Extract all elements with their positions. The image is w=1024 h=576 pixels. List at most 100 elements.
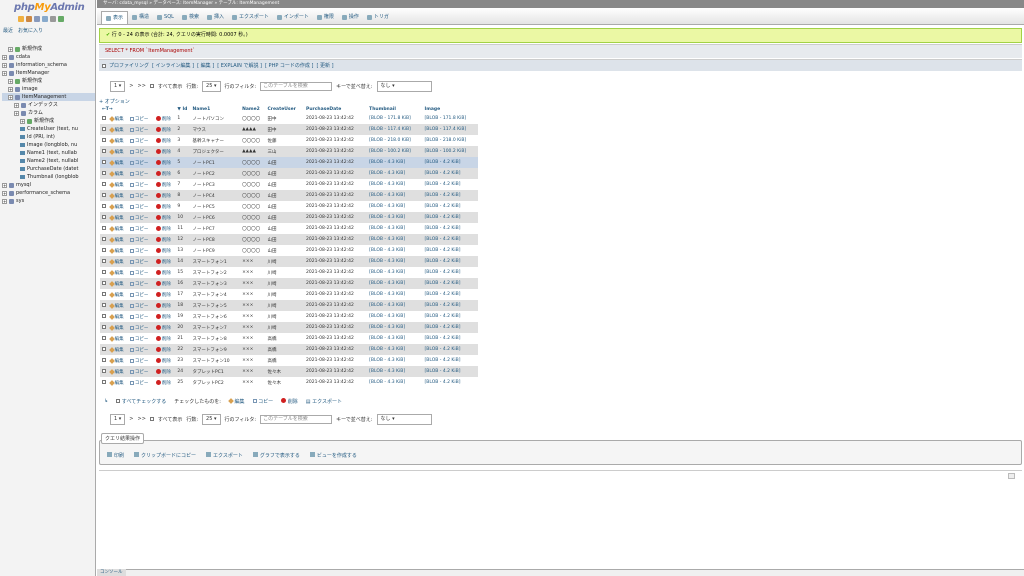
row-edit-button[interactable]: 編集: [107, 344, 128, 355]
row-checkbox-cell[interactable]: [100, 311, 108, 322]
cell-user[interactable]: 川崎: [265, 300, 305, 311]
tab-9[interactable]: トリガ: [363, 11, 393, 24]
tree-item[interactable]: + image: [2, 85, 95, 93]
cell-id[interactable]: 1: [175, 113, 191, 124]
cell-name1[interactable]: ノートパソコン: [190, 113, 241, 124]
expand-icon[interactable]: +: [2, 62, 7, 68]
cell-date[interactable]: 2021-08-23 13:42:42: [304, 267, 368, 278]
row-copy-button[interactable]: コピー: [127, 179, 154, 190]
sort-select-bottom[interactable]: なし ▾: [376, 413, 432, 425]
cell-name1[interactable]: マウス: [190, 124, 241, 135]
row-checkbox[interactable]: [102, 247, 106, 252]
cell-date[interactable]: 2021-08-23 13:42:42: [304, 146, 368, 157]
row-delete-button[interactable]: 削除: [153, 190, 176, 201]
row-copy-button[interactable]: コピー: [127, 245, 154, 256]
row-checkbox-cell[interactable]: [100, 366, 108, 377]
cell-thumb[interactable]: [BLOB - 4.3 KiB]: [367, 366, 423, 377]
cell-id[interactable]: 4: [175, 146, 191, 157]
cell-image[interactable]: [BLOB - 4.2 KiB]: [422, 267, 478, 278]
page-select[interactable]: 1 ▾: [110, 80, 126, 92]
cell-id[interactable]: 9: [175, 201, 191, 212]
cell-id[interactable]: 16: [175, 278, 191, 289]
cell-thumb[interactable]: [BLOB - 4.3 KiB]: [367, 333, 423, 344]
cell-image[interactable]: [BLOB - 4.2 KiB]: [422, 333, 478, 344]
row-edit-button[interactable]: 編集: [107, 168, 128, 179]
bulk-delete-button[interactable]: 削除: [281, 397, 298, 405]
options-toggle[interactable]: + オプション: [99, 98, 130, 105]
tree-item[interactable]: Id (PRI, int): [2, 133, 95, 141]
cell-user[interactable]: 高橋: [265, 344, 305, 355]
tree-item[interactable]: + 新規作成: [2, 45, 95, 53]
cell-name1[interactable]: ノートPC1: [190, 157, 241, 168]
row-checkbox[interactable]: [102, 379, 106, 384]
row-checkbox-cell[interactable]: [100, 146, 108, 157]
row-delete-button[interactable]: 削除: [153, 168, 176, 179]
row-copy-button[interactable]: コピー: [127, 377, 154, 388]
tree-item[interactable]: + cdata: [2, 53, 95, 61]
cell-image[interactable]: [BLOB - 4.2 KiB]: [422, 256, 478, 267]
row-delete-button[interactable]: 削除: [153, 212, 176, 223]
row-checkbox[interactable]: [102, 291, 106, 296]
cell-thumb[interactable]: [BLOB - 218.0 KiB]: [367, 135, 423, 146]
php-code-link[interactable]: [ PHP コードの作成 ]: [265, 60, 313, 72]
check-all-link[interactable]: すべてチェックする: [116, 398, 166, 405]
cell-user[interactable]: 山田: [265, 157, 305, 168]
cell-id[interactable]: 21: [175, 333, 191, 344]
cell-name2[interactable]: 〇〇〇〇: [240, 234, 266, 245]
row-delete-button[interactable]: 削除: [153, 245, 176, 256]
cell-id[interactable]: 11: [175, 223, 191, 234]
cell-date[interactable]: 2021-08-23 13:42:42: [304, 366, 368, 377]
row-checkbox[interactable]: [102, 324, 106, 329]
cell-user[interactable]: 田中: [265, 113, 305, 124]
cell-name1[interactable]: スマートフォン8: [190, 333, 241, 344]
row-edit-button[interactable]: 編集: [107, 289, 128, 300]
inline-edit-link[interactable]: [ インライン編集 ]: [152, 60, 194, 72]
row-copy-button[interactable]: コピー: [127, 311, 154, 322]
sort-select[interactable]: なし ▾: [376, 80, 432, 92]
cell-thumb[interactable]: [BLOB - 117.4 KiB]: [367, 124, 423, 135]
tree-item[interactable]: + 新規作成: [2, 117, 95, 125]
row-copy-button[interactable]: コピー: [127, 190, 154, 201]
cell-image[interactable]: [BLOB - 4.2 KiB]: [422, 300, 478, 311]
table-row[interactable]: 編集 コピー 削除 25 タブレットPC2 ××× 佐々木 2021-08-23 13:42:…: [100, 377, 478, 388]
cell-date[interactable]: 2021-08-23 13:42:42: [304, 168, 368, 179]
row-checkbox-cell[interactable]: [100, 234, 108, 245]
row-edit-button[interactable]: 編集: [107, 124, 128, 135]
tree-item[interactable]: + information_schema: [2, 61, 95, 69]
tab-3[interactable]: 検索: [178, 11, 203, 24]
cell-thumb[interactable]: [BLOB - 4.3 KiB]: [367, 157, 423, 168]
cell-date[interactable]: 2021-08-23 13:42:42: [304, 344, 368, 355]
cell-date[interactable]: 2021-08-23 13:42:42: [304, 377, 368, 388]
cell-user[interactable]: 川崎: [265, 278, 305, 289]
cell-name1[interactable]: プロジェクター: [190, 146, 241, 157]
cell-id[interactable]: 18: [175, 300, 191, 311]
row-checkbox[interactable]: [102, 313, 106, 318]
cell-date[interactable]: 2021-08-23 13:42:42: [304, 234, 368, 245]
cell-date[interactable]: 2021-08-23 13:42:42: [304, 135, 368, 146]
cell-id[interactable]: 10: [175, 212, 191, 223]
cell-image[interactable]: [BLOB - 4.2 KiB]: [422, 355, 478, 366]
row-checkbox[interactable]: [102, 137, 106, 142]
row-copy-button[interactable]: コピー: [127, 278, 154, 289]
tab-1[interactable]: 構造: [128, 11, 153, 24]
row-delete-button[interactable]: 削除: [153, 267, 176, 278]
tree-item[interactable]: Name1 (text, nullab: [2, 149, 95, 157]
row-edit-button[interactable]: 編集: [107, 157, 128, 168]
row-checkbox[interactable]: [102, 148, 106, 153]
row-copy-button[interactable]: コピー: [127, 267, 154, 278]
cell-image[interactable]: [BLOB - 218.0 KiB]: [422, 135, 478, 146]
cell-name1[interactable]: スマートフォン3: [190, 278, 241, 289]
tree-item[interactable]: PurchaseDate (datet: [2, 165, 95, 173]
tree-item[interactable]: Name2 (text, nullabl: [2, 157, 95, 165]
cell-date[interactable]: 2021-08-23 13:42:42: [304, 190, 368, 201]
table-row[interactable]: 編集 コピー 削除 21 スマートフォン8 ××× 高橋 2021-08-23 13:42:4…: [100, 333, 478, 344]
cell-date[interactable]: 2021-08-23 13:42:42: [304, 322, 368, 333]
row-checkbox[interactable]: [102, 258, 106, 263]
cell-thumb[interactable]: [BLOB - 4.3 KiB]: [367, 300, 423, 311]
filter-rows-input-bottom[interactable]: このテーブルを検索: [260, 414, 333, 424]
settings-icon[interactable]: [50, 16, 56, 22]
cell-user[interactable]: 川崎: [265, 311, 305, 322]
row-edit-button[interactable]: 編集: [107, 322, 128, 333]
favorites-link[interactable]: お気に入り: [18, 27, 43, 34]
row-delete-button[interactable]: 削除: [153, 278, 176, 289]
